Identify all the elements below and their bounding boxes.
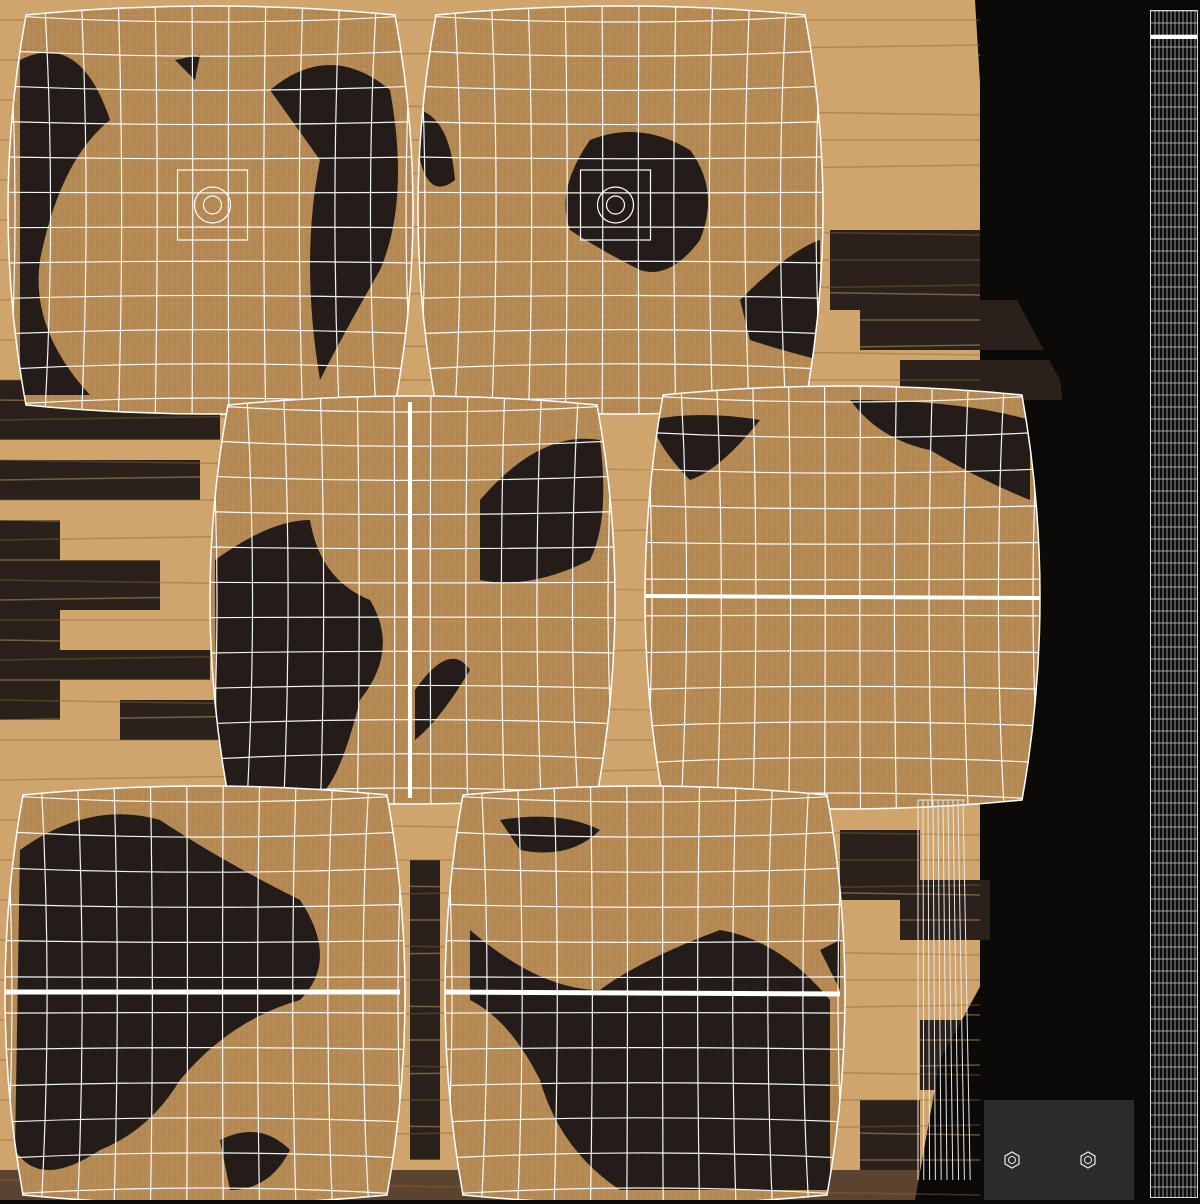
sphere-icon	[1076, 1148, 1100, 1172]
streak-band	[900, 880, 990, 940]
streak-band	[120, 700, 230, 740]
seam-line	[444, 989, 841, 997]
streak-band	[40, 650, 210, 680]
strip-seam	[1151, 35, 1197, 39]
globe-tile-south-pole	[417, 5, 824, 415]
texture-atlas	[0, 0, 1135, 1204]
streak-band	[830, 230, 980, 310]
uv-texture-canvas	[0, 0, 1200, 1204]
seam-line	[644, 594, 1041, 600]
streak-band	[410, 860, 440, 1160]
sphere-icon	[1000, 1148, 1024, 1172]
globe-tile-north-pole	[7, 5, 414, 415]
uv-strip-lines	[1151, 10, 1197, 1200]
bottom-panel	[984, 1100, 1134, 1200]
uv-strip-grid	[1150, 10, 1198, 1200]
globe-tile-atlantic	[209, 395, 616, 805]
